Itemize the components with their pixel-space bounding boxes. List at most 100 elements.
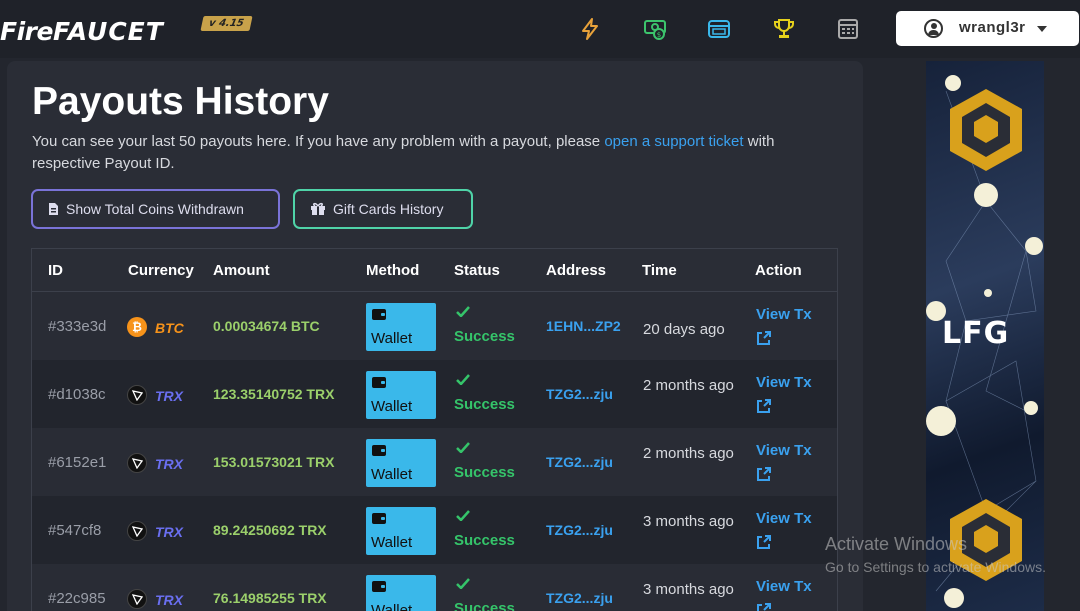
tron-icon xyxy=(127,385,147,405)
view-tx-link[interactable]: View Tx xyxy=(756,306,812,323)
table-row: #547cf8 TRX 89.24250692 TRX Wallet Success TZ… xyxy=(32,496,837,564)
user-menu-button[interactable]: wrangl3r xyxy=(896,11,1079,46)
wallet-badge: Wallet xyxy=(366,575,436,611)
ad-dot xyxy=(926,406,956,436)
method-label: Wallet xyxy=(371,330,413,347)
method-label: Wallet xyxy=(371,398,413,415)
table-header: ID Currency Amount Method Status Address… xyxy=(32,249,837,292)
payout-id: #547cf8 xyxy=(48,522,102,539)
currency-label: TRX xyxy=(155,456,183,472)
header-address: Address xyxy=(546,262,607,279)
external-link-icon[interactable] xyxy=(756,330,772,346)
payout-amount: 76.14985255 TRX xyxy=(213,590,327,606)
status-label: Success xyxy=(454,396,515,413)
payout-time: 20 days ago xyxy=(643,321,725,338)
method-label: Wallet xyxy=(371,534,413,551)
wallet-icon xyxy=(372,581,386,592)
page-title: Payouts History xyxy=(32,80,329,123)
header-id: ID xyxy=(48,262,63,279)
wallet-icon[interactable] xyxy=(707,17,731,41)
wallet-icon xyxy=(372,513,386,524)
address-link[interactable]: TZG2...zju xyxy=(546,522,613,538)
address-link[interactable]: 1EHN...ZP2 xyxy=(546,318,621,334)
support-ticket-link[interactable]: open a support ticket xyxy=(604,133,743,150)
calculator-icon[interactable] xyxy=(836,17,860,41)
check-icon xyxy=(456,374,470,385)
check-icon xyxy=(456,578,470,589)
show-total-coins-label: Show Total Coins Withdrawn xyxy=(66,201,244,217)
username: wrangl3r xyxy=(959,19,1026,36)
wallet-badge: Wallet xyxy=(366,303,436,351)
external-link-icon[interactable] xyxy=(756,466,772,482)
wallet-badge: Wallet xyxy=(366,371,436,419)
bitcoin-icon: ₿ xyxy=(127,317,147,337)
user-circle-icon xyxy=(924,19,943,38)
payout-time: 2 months ago xyxy=(643,377,734,394)
currency-label: TRX xyxy=(155,388,183,404)
trophy-icon[interactable] xyxy=(772,17,796,41)
tron-icon xyxy=(127,453,147,473)
view-tx-link[interactable]: View Tx xyxy=(756,578,812,595)
ad-dot xyxy=(945,75,961,91)
logo-faucet-text: FAUCET xyxy=(52,17,164,46)
view-tx-link[interactable]: View Tx xyxy=(756,374,812,391)
header-status: Status xyxy=(454,262,500,279)
payout-id: #333e3d xyxy=(48,318,107,335)
ad-dot xyxy=(984,289,992,297)
table-row: #22c985 TRX 76.14985255 TRX Wallet Success TZ… xyxy=(32,564,837,611)
wallet-badge: Wallet xyxy=(366,507,436,555)
external-link-icon[interactable] xyxy=(756,534,772,550)
payout-amount: 123.35140752 TRX xyxy=(213,386,335,402)
payout-id: #6152e1 xyxy=(48,454,107,471)
payout-time: 3 months ago xyxy=(643,513,734,530)
gift-cards-history-button[interactable]: Gift Cards History xyxy=(293,189,473,229)
status-label: Success xyxy=(454,532,515,549)
address-link[interactable]: TZG2...zju xyxy=(546,454,613,470)
wallet-icon xyxy=(372,377,386,388)
header-action: Action xyxy=(755,262,802,279)
header-currency: Currency xyxy=(128,262,194,279)
header-amount: Amount xyxy=(213,262,270,279)
ad-dot xyxy=(974,183,998,207)
header-method: Method xyxy=(366,262,420,279)
status-label: Success xyxy=(454,328,515,345)
status-label: Success xyxy=(454,464,515,481)
ad-dot xyxy=(1024,401,1038,415)
view-tx-link[interactable]: View Tx xyxy=(756,510,812,527)
payout-id: #d1038c xyxy=(48,386,106,403)
activate-windows-title: Activate Windows xyxy=(825,534,968,554)
currency-label: TRX xyxy=(155,524,183,540)
site-logo[interactable]: Fire FAUCET xyxy=(0,10,164,46)
currency-label: BTC xyxy=(155,320,184,336)
wallet-icon xyxy=(372,445,386,456)
ad-dot xyxy=(944,588,964,608)
gift-cards-history-label: Gift Cards History xyxy=(333,201,444,217)
check-icon xyxy=(456,306,470,317)
table-row: #6152e1 TRX 153.01573021 TRX Wallet Success T… xyxy=(32,428,837,496)
status-label: Success xyxy=(454,600,515,611)
money-icon[interactable]: $ xyxy=(643,17,667,41)
currency-label: TRX xyxy=(155,592,183,608)
top-navbar: Fire FAUCET v 4.15 $ wrangl3r xyxy=(0,0,1080,58)
payout-amount: 89.24250692 TRX xyxy=(213,522,327,538)
payout-amount: 0.00034674 BTC xyxy=(213,318,320,334)
external-link-icon[interactable] xyxy=(756,602,772,611)
activate-windows-subtitle: Go to Settings to activate Windows. xyxy=(825,559,1046,575)
payouts-table: ID Currency Amount Method Status Address… xyxy=(31,248,838,611)
check-icon xyxy=(456,442,470,453)
table-row: #d1038c TRX 123.35140752 TRX Wallet Success T… xyxy=(32,360,837,428)
payout-amount: 153.01573021 TRX xyxy=(213,454,335,470)
ad-banner[interactable]: LFG xyxy=(926,61,1044,611)
external-link-icon[interactable] xyxy=(756,398,772,414)
address-link[interactable]: TZG2...zju xyxy=(546,590,613,606)
logo-fire-text: Fire xyxy=(0,17,53,46)
file-icon xyxy=(49,203,58,215)
show-total-coins-button[interactable]: Show Total Coins Withdrawn xyxy=(31,189,280,229)
gift-icon xyxy=(311,202,325,215)
view-tx-link[interactable]: View Tx xyxy=(756,442,812,459)
wallet-icon xyxy=(372,309,386,320)
bolt-icon[interactable] xyxy=(578,17,602,41)
check-icon xyxy=(456,510,470,521)
table-row: #333e3d ₿ BTC 0.00034674 BTC Wallet Success 1E… xyxy=(32,292,837,360)
address-link[interactable]: TZG2...zju xyxy=(546,386,613,402)
